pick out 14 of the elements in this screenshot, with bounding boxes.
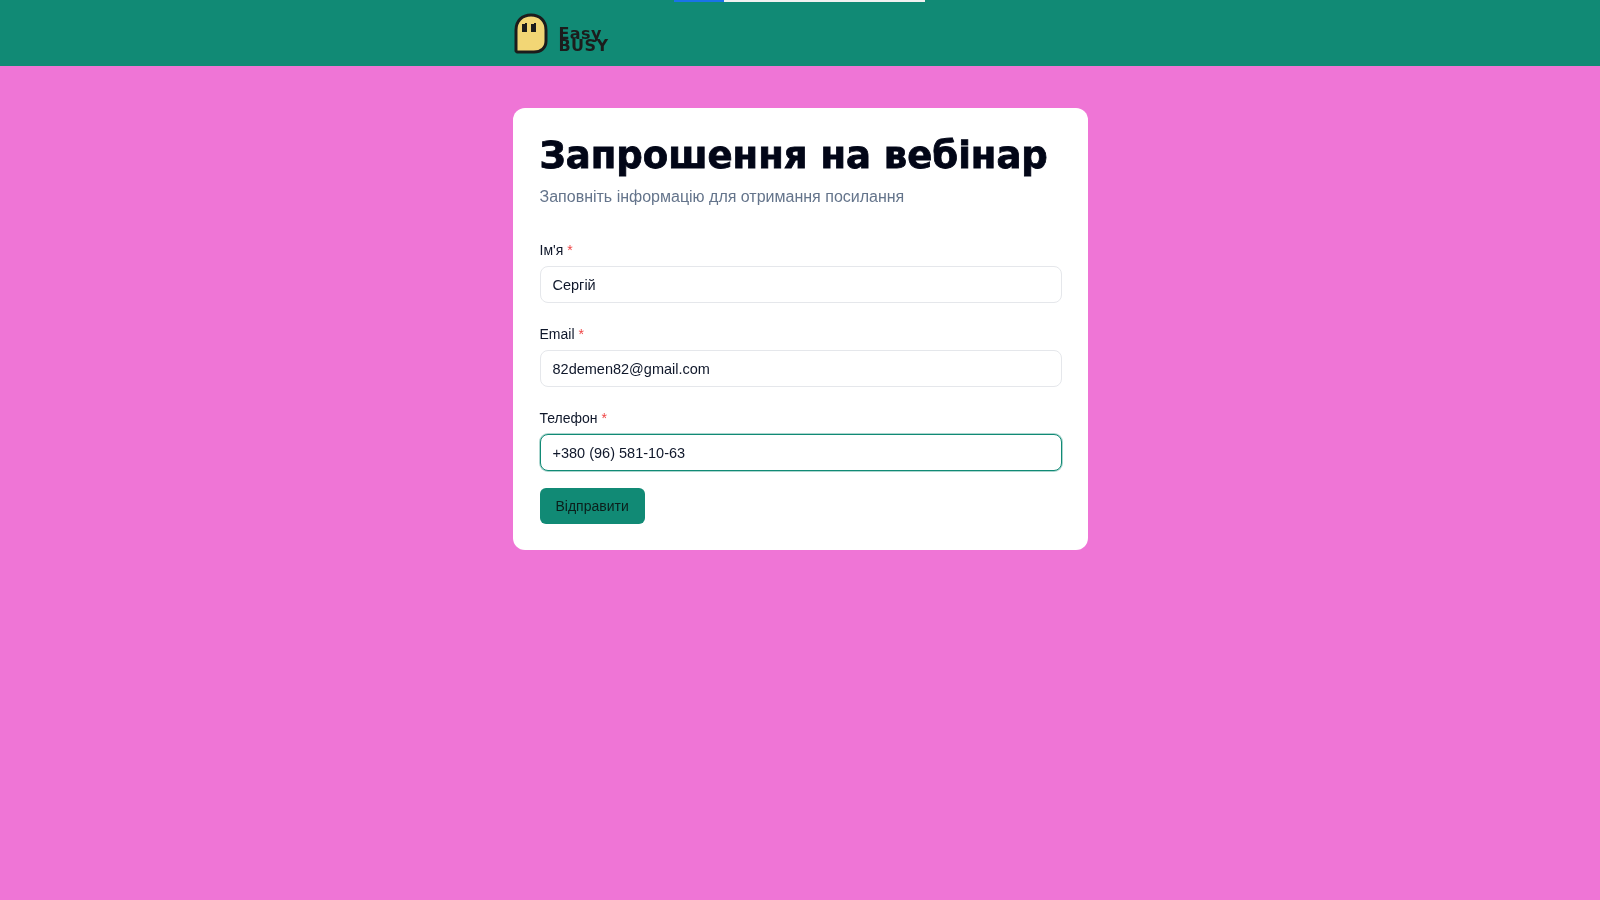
input-field[interactable]: 82demen82@gmail.com [539,350,1062,387]
required-asterisk: * [567,241,573,260]
required-asterisk: * [578,325,584,344]
required-asterisk: * [601,409,608,428]
logo-icon [512,13,549,55]
field-label: Email [539,325,575,344]
logo-wordmark: Easy BUSY [558,28,609,52]
input-field[interactable]: +380 (96) 581-10-63 [539,434,1062,471]
form-subtitle: Заповніть інформацію для отримання посилання [539,187,905,207]
field-label: Телефон [539,409,598,428]
form-title: Запрошення на вебінар [539,133,1048,178]
submit-button[interactable]: Відправити [539,488,645,524]
field-label: Ім'я [539,241,564,260]
input-field[interactable]: Сергій [539,266,1062,303]
